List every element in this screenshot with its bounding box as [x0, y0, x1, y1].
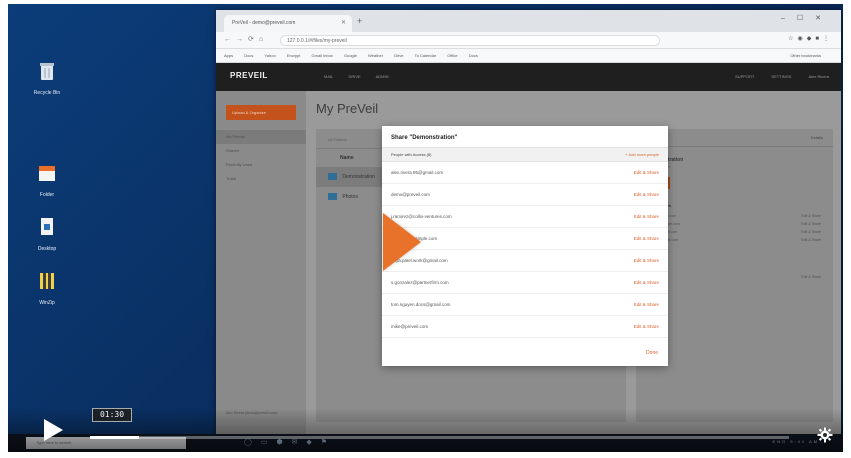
list-item: tom.nguyen.docs@gmail.com Edit & Share — [382, 294, 668, 316]
desktop-icon-label: WinZip — [39, 300, 55, 306]
hover-time-tooltip: 01:30 — [92, 408, 132, 422]
list-item: s.gonzalez@partnerfirm.com Edit & Share — [382, 272, 668, 294]
other-bookmarks[interactable]: Other bookmarks — [790, 53, 821, 58]
nav-mail[interactable]: MAIL — [324, 74, 333, 79]
share-email: alex.rivera.95@gmail.com — [391, 170, 444, 175]
desktop-icon-winzip[interactable]: WinZip — [30, 270, 64, 306]
permission-select[interactable]: Edit & Share — [634, 324, 659, 329]
list-item: demo@preveil.com Edit & Share — [382, 184, 668, 206]
sidebar-item-shared[interactable]: Shared — [216, 144, 306, 158]
bookmark-item[interactable]: Apps — [224, 53, 233, 58]
user-menu[interactable]: Alex Rivera — [809, 74, 829, 79]
folder-icon — [328, 193, 337, 200]
share-dialog-header: People with Access (8) + Add more people — [382, 147, 668, 162]
folder-name: Photos — [342, 193, 358, 200]
browser-tab[interactable]: PreVeil - demo@preveil.com ✕ — [224, 15, 352, 32]
permission-select[interactable]: Edit & Share — [634, 170, 659, 175]
url-text: 127.0.0.1/#/files/my-preveil — [287, 38, 347, 44]
upload-button[interactable]: Upload & Organize — [226, 105, 296, 120]
shared-permission: Edit & Share — [801, 214, 821, 218]
bookmark-item[interactable]: Gmail Inbox — [312, 53, 333, 58]
video-frame: Recycle Bin Folder Desktop WinZip PreVei… — [8, 4, 843, 452]
sidebar-item-my-preveil[interactable]: My PreVeil — [216, 130, 306, 144]
bookmark-item[interactable]: Docs — [244, 53, 253, 58]
close-icon[interactable]: ✕ — [341, 19, 346, 26]
share-email: demo@preveil.com — [391, 192, 430, 197]
list-item: j.ramirez@collin-ventures.com Edit & Shar… — [382, 206, 668, 228]
new-tab-icon[interactable]: + — [357, 16, 362, 26]
url-input[interactable]: 127.0.0.1/#/files/my-preveil — [280, 35, 660, 46]
permission-select[interactable]: Edit & Share — [634, 280, 659, 285]
share-email: s.gonzalez@partnerfirm.com — [391, 280, 449, 285]
add-people-link[interactable]: + Add more people — [625, 152, 659, 157]
gear-icon[interactable] — [817, 427, 833, 443]
progress-bar[interactable] — [90, 436, 789, 439]
share-email: tom.nguyen.docs@gmail.com — [391, 302, 451, 307]
list-item: mike@preveil.com Edit & Share — [382, 316, 668, 338]
list-item: alex.rivera.95@gmail.com Edit & Share — [382, 162, 668, 184]
folder-icon — [328, 173, 337, 180]
desktop-icon-label: Folder — [39, 192, 55, 198]
big-play-icon[interactable] — [383, 213, 421, 271]
bookmark-item[interactable]: Weather — [368, 53, 383, 58]
nav-drive[interactable]: DRIVE — [348, 74, 360, 79]
preveil-logo[interactable]: PREVEIL — [230, 71, 268, 80]
address-bar: ←→⟳⌂ 127.0.0.1/#/files/my-preveil ☆◉◆■⋮ — [216, 32, 841, 49]
sidebar-item-recent[interactable]: Recently Used — [216, 158, 306, 172]
shared-permission: Edit & Share — [801, 230, 821, 234]
bookmark-item[interactable]: Encrypt — [287, 53, 301, 58]
page-title: My PreVeil — [316, 101, 379, 116]
tab-bar: PreVeil - demo@preveil.com ✕ + –☐✕ — [216, 10, 841, 32]
bookmark-item[interactable]: Docs — [469, 53, 478, 58]
share-dialog-title: Share "Demonstration" — [391, 135, 458, 141]
video-controls: 01:30 — [8, 408, 843, 452]
nav-settings[interactable]: SETTINGS — [771, 74, 791, 79]
sidebar: Upload & Organize My PreVeil Shared Rece… — [216, 91, 306, 446]
shared-permission: Edit & Share — [801, 238, 821, 242]
main-nav: MAIL DRIVE ADMIN — [324, 74, 402, 79]
nav-admin[interactable]: ADMIN — [376, 74, 389, 79]
list-item: m.chen@example.com Edit & Share — [382, 228, 668, 250]
permission-select[interactable]: Edit & Share — [634, 258, 659, 263]
window-controls[interactable]: –☐✕ — [781, 14, 833, 22]
permission-select[interactable]: Edit & Share — [634, 192, 659, 197]
folder-name: Demonstration — [342, 173, 375, 180]
app-header: PREVEIL MAIL DRIVE ADMIN SUPPORT SETTING… — [216, 63, 841, 91]
share-dialog: Share "Demonstration" People with Access… — [382, 126, 668, 366]
done-button[interactable]: Done — [646, 350, 658, 356]
extension-icons[interactable]: ☆◉◆■⋮ — [788, 35, 833, 42]
shared-permission: Edit & Share — [801, 222, 821, 226]
bookmark-item[interactable]: Google — [344, 53, 357, 58]
permission-select[interactable]: Edit & Share — [634, 236, 659, 241]
share-email: mike@preveil.com — [391, 324, 429, 329]
people-with-access-label: People with Access (8) — [391, 152, 432, 157]
document-icon — [41, 218, 53, 235]
nav-support[interactable]: SUPPORT — [735, 74, 754, 79]
bookmark-item[interactable]: Yahoo — [264, 53, 275, 58]
desktop-icon-label: Recycle Bin — [33, 90, 61, 96]
desktop-icon-document[interactable]: Desktop — [30, 216, 64, 252]
permission-select[interactable]: Edit & Share — [634, 302, 659, 307]
folder-icon — [39, 166, 55, 181]
list-item: priya.patel.work@gmail.com Edit & Share — [382, 250, 668, 272]
recycle-bin-icon — [40, 63, 54, 80]
desktop-icon-recycle-bin[interactable]: Recycle Bin — [30, 60, 64, 96]
owner-permission: Edit & Share — [801, 275, 821, 279]
sidebar-item-trash[interactable]: Trash — [216, 172, 306, 186]
play-icon[interactable] — [44, 419, 63, 441]
nav-buttons[interactable]: ←→⟳⌂ — [224, 35, 268, 43]
archive-icon — [40, 273, 54, 289]
bookmark-item[interactable]: To Calendar — [415, 53, 437, 58]
progress-fill — [90, 436, 139, 439]
header-right: SUPPORT SETTINGS Alex Rivera — [719, 74, 829, 79]
tab-title: PreVeil - demo@preveil.com — [232, 20, 296, 26]
bookmarks-bar: Apps Docs Yahoo Encrypt Gmail Inbox Goog… — [216, 49, 841, 63]
bookmark-item[interactable]: Drive — [394, 53, 403, 58]
permission-select[interactable]: Edit & Share — [634, 214, 659, 219]
bookmark-item[interactable]: Office — [447, 53, 457, 58]
desktop-icon-label: Desktop — [37, 246, 57, 252]
desktop-icon-folder[interactable]: Folder — [30, 162, 64, 198]
